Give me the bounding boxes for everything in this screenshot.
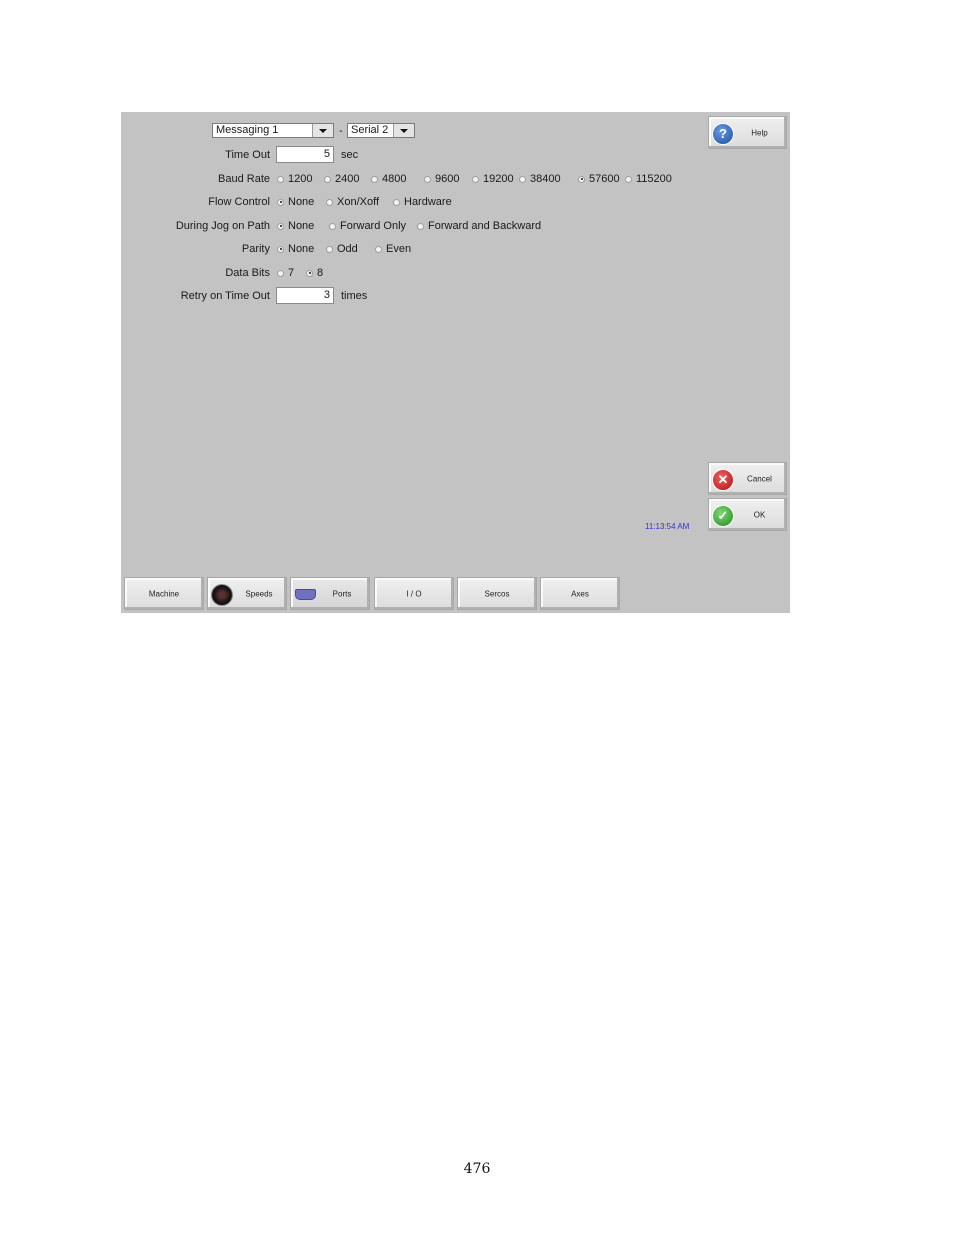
tab-label: Sercos: [484, 589, 510, 598]
baud-2400-radio[interactable]: 2400: [324, 173, 359, 185]
radio-label: 19200: [483, 173, 514, 185]
tab-axes[interactable]: Axes: [540, 577, 620, 610]
radio-label: 1200: [288, 173, 313, 185]
baud-38400-radio[interactable]: 38400: [519, 173, 561, 185]
timeout-unit: sec: [341, 149, 359, 161]
radio-icon[interactable]: [424, 175, 431, 183]
radio-label: 8: [317, 267, 324, 279]
tab-label: I / O: [406, 589, 422, 598]
data-bits-8-radio[interactable]: 8: [306, 267, 323, 279]
radio-label: Forward Only: [340, 220, 407, 232]
select-separator: -: [339, 125, 343, 137]
tab-speeds[interactable]: Speeds: [207, 577, 287, 610]
baud-4800-radio[interactable]: 4800: [371, 173, 406, 185]
parity-even-radio[interactable]: Even: [375, 243, 411, 255]
clock: 11:13:54 AM: [645, 522, 690, 531]
radio-label: Hardware: [404, 196, 452, 208]
radio-icon[interactable]: [417, 222, 424, 230]
jog-on-path-label: During Jog on Path: [175, 220, 270, 232]
radio-label: 115200: [636, 173, 672, 185]
chevron-down-icon[interactable]: [312, 124, 333, 137]
radio-icon[interactable]: [393, 198, 400, 206]
port-select[interactable]: Serial 2: [347, 123, 415, 138]
flow-none-radio[interactable]: None: [277, 196, 314, 208]
flow-control-label: Flow Control: [208, 196, 270, 208]
radio-label: Odd: [337, 243, 358, 255]
radio-icon[interactable]: [519, 175, 526, 183]
baud-1200-radio[interactable]: 1200: [277, 173, 312, 185]
radio-label: None: [288, 243, 315, 255]
ports-setup-panel: Messaging 1 - Serial 2 Time Out 5 sec Ba…: [121, 112, 790, 613]
messaging-select-value: Messaging 1: [216, 124, 279, 136]
jog-forward-backward-radio[interactable]: Forward and Backward: [417, 220, 541, 232]
radio-icon[interactable]: [472, 175, 479, 183]
baud-rate-label: Baud Rate: [218, 173, 270, 185]
tab-label: Speeds: [245, 589, 273, 598]
radio-icon[interactable]: [306, 269, 313, 277]
radio-icon[interactable]: [324, 175, 331, 183]
baud-19200-radio[interactable]: 19200: [472, 173, 514, 185]
radio-icon[interactable]: [375, 245, 382, 253]
radio-label: None: [288, 196, 315, 208]
data-bits-7-radio[interactable]: 7: [277, 267, 294, 279]
tab-label: Axes: [571, 589, 589, 598]
tab-sercos[interactable]: Sercos: [457, 577, 537, 610]
radio-label: 7: [288, 267, 295, 279]
retry-label: Retry on Time Out: [180, 290, 270, 302]
baud-57600-radio[interactable]: 57600: [578, 173, 620, 185]
radio-icon[interactable]: [277, 269, 284, 277]
retry-input[interactable]: 3: [276, 287, 334, 304]
jog-forward-only-radio[interactable]: Forward Only: [329, 220, 406, 232]
data-bits-label: Data Bits: [225, 267, 270, 279]
port-select-value: Serial 2: [351, 124, 389, 136]
radio-icon[interactable]: [625, 175, 632, 183]
radio-icon[interactable]: [371, 175, 378, 183]
tab-io[interactable]: I / O: [374, 577, 454, 610]
chevron-down-icon[interactable]: [393, 124, 414, 137]
flow-xonxoff-radio[interactable]: Xon/Xoff: [326, 196, 379, 208]
radio-icon[interactable]: [329, 222, 336, 230]
radio-icon[interactable]: [326, 245, 333, 253]
radio-label: 57600: [589, 173, 620, 185]
radio-icon[interactable]: [326, 198, 333, 206]
baud-115200-radio[interactable]: 115200: [625, 173, 672, 185]
radio-label: Forward and Backward: [428, 220, 542, 232]
radio-icon[interactable]: [277, 198, 284, 206]
radio-label: Xon/Xoff: [337, 196, 379, 208]
parity-label: Parity: [241, 243, 270, 255]
tab-machine[interactable]: Machine: [124, 577, 204, 610]
radio-label: Even: [386, 243, 412, 255]
ok-button[interactable]: ✓ OK: [708, 498, 787, 531]
retry-unit: times: [341, 290, 368, 302]
timeout-label: Time Out: [225, 149, 270, 161]
messaging-select[interactable]: Messaging 1: [212, 123, 334, 138]
jog-none-radio[interactable]: None: [277, 220, 314, 232]
timeout-input[interactable]: 5: [276, 146, 334, 163]
radio-icon[interactable]: [277, 222, 284, 230]
help-label: Help: [751, 128, 768, 137]
flow-hardware-radio[interactable]: Hardware: [393, 196, 452, 208]
radio-label: 4800: [382, 173, 407, 185]
radio-icon[interactable]: [277, 245, 284, 253]
baud-9600-radio[interactable]: 9600: [424, 173, 459, 185]
tab-label: Ports: [332, 589, 352, 598]
radio-label: 9600: [435, 173, 460, 185]
tab-ports[interactable]: Ports: [290, 577, 370, 610]
radio-icon[interactable]: [578, 175, 585, 183]
radio-icon[interactable]: [277, 175, 284, 183]
ok-label: OK: [753, 510, 766, 519]
parity-none-radio[interactable]: None: [277, 243, 314, 255]
tab-label: Machine: [148, 589, 180, 598]
radio-label: 2400: [335, 173, 360, 185]
parity-odd-radio[interactable]: Odd: [326, 243, 358, 255]
cancel-button[interactable]: ✕ Cancel: [708, 462, 787, 495]
radio-label: None: [288, 220, 315, 232]
cancel-label: Cancel: [747, 474, 772, 483]
page-number: 476: [463, 1161, 491, 1177]
radio-label: 38400: [530, 173, 561, 185]
help-button[interactable]: ? Help: [708, 116, 787, 149]
